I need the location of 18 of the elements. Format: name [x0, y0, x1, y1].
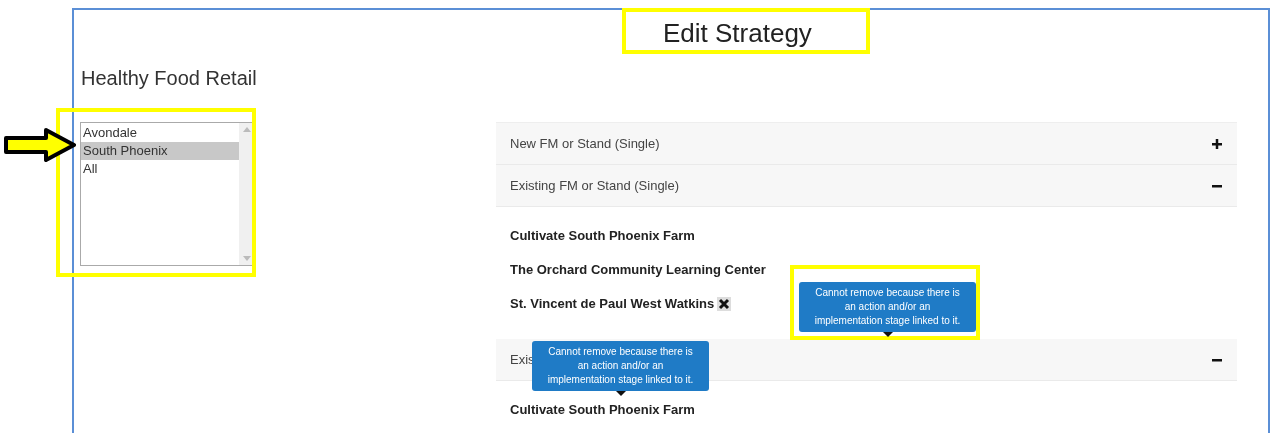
tooltip-pointer: [883, 332, 893, 337]
tooltip: Cannot remove because there is an action and/or an implementation stage linked to it.: [799, 282, 976, 332]
linked-item: Cultivate South Phoenix Farm: [510, 227, 695, 244]
listbox-option[interactable]: South Phoenix: [81, 142, 239, 160]
listbox-option[interactable]: Avondale: [81, 124, 239, 142]
accordion-header[interactable]: New FM or Stand (Single): [496, 123, 1237, 165]
linked-item: Cultivate South Phoenix Farm: [510, 401, 695, 418]
remove-icon[interactable]: [717, 296, 732, 311]
accordion-header[interactable]: Existing FM or Stand (Single): [496, 165, 1237, 207]
tooltip: Cannot remove because there is an action and/or an implementation stage linked to it.: [532, 341, 709, 391]
page-title: Edit Strategy: [663, 20, 812, 46]
arrow-icon: [4, 128, 76, 162]
tooltip-pointer: [616, 391, 626, 396]
linked-item: St. Vincent de Paul West Watkins: [510, 295, 715, 312]
strategy-heading: Healthy Food Retail: [81, 68, 258, 88]
expand-icon[interactable]: [1211, 137, 1223, 150]
listbox-option[interactable]: All: [81, 160, 239, 178]
linked-item: The Orchard Community Learning Center: [510, 261, 766, 278]
